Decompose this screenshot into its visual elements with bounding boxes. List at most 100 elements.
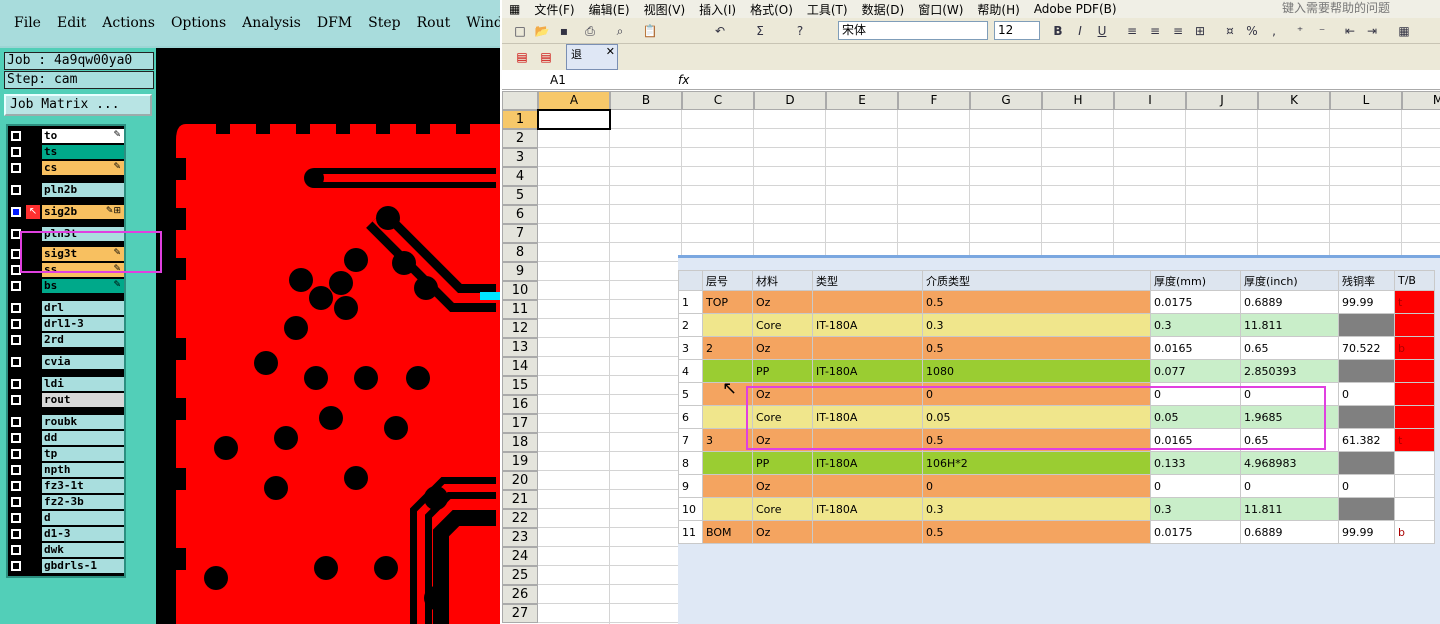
paste-icon[interactable]: 📋: [642, 23, 658, 39]
cell-tb[interactable]: [1394, 451, 1435, 475]
cell-type[interactable]: [812, 474, 923, 498]
cell-mm[interactable]: 0.0175: [1150, 290, 1241, 314]
cell-mat[interactable]: Oz: [752, 474, 813, 498]
cell-tb[interactable]: [1394, 474, 1435, 498]
cell-layer[interactable]: [702, 451, 753, 475]
cell-dielectric[interactable]: 0: [922, 474, 1151, 498]
column-header[interactable]: G: [970, 91, 1042, 110]
row-header[interactable]: 15: [502, 376, 538, 395]
table-header[interactable]: 介质类型: [922, 270, 1151, 291]
layer-row-drl[interactable]: drl: [8, 301, 124, 315]
cell-mat[interactable]: Oz: [752, 336, 813, 360]
layer-row-dwk[interactable]: dwk: [8, 543, 124, 557]
cell-mat[interactable]: Core: [752, 497, 813, 521]
row-header[interactable]: 26: [502, 585, 538, 604]
close-icon[interactable]: ✕: [606, 45, 615, 58]
excel-menu-item[interactable]: Adobe PDF(B): [1027, 2, 1124, 16]
layer-row-ldi[interactable]: ldi: [8, 377, 124, 391]
cell-type[interactable]: [812, 336, 923, 360]
layer-row-sig2b[interactable]: ↖ sig2b ✎⊞: [8, 205, 124, 219]
cam-menu-edit[interactable]: Edit: [49, 15, 94, 31]
row-header[interactable]: 6: [502, 205, 538, 224]
cell-type[interactable]: [812, 520, 923, 544]
borders-icon[interactable]: ▦: [1396, 23, 1412, 39]
layer-row-fz2-3b[interactable]: fz2-3b: [8, 495, 124, 509]
column-header[interactable]: E: [826, 91, 898, 110]
layer-checkbox[interactable]: [11, 497, 21, 507]
layer-checkbox[interactable]: [11, 147, 21, 157]
excel-menu-item[interactable]: 插入(I): [692, 1, 743, 18]
row-header[interactable]: 23: [502, 528, 538, 547]
cell-tb[interactable]: [1394, 359, 1435, 383]
row-header[interactable]: 24: [502, 547, 538, 566]
layer-row-gbdrls-1[interactable]: gbdrls-1: [8, 559, 124, 573]
row-header[interactable]: 27: [502, 604, 538, 623]
cell-mm[interactable]: 0.3: [1150, 313, 1241, 337]
layer-row-roubk[interactable]: roubk: [8, 415, 124, 429]
currency-icon[interactable]: ¤: [1222, 23, 1238, 39]
layer-row-pln2b[interactable]: pln2b: [8, 183, 124, 197]
layer-row-npth[interactable]: npth: [8, 463, 124, 477]
print-icon[interactable]: ⎙: [582, 23, 598, 39]
column-header[interactable]: F: [898, 91, 970, 110]
column-header[interactable]: L: [1330, 91, 1402, 110]
underline-icon[interactable]: U: [1094, 23, 1110, 39]
cam-menu-dfm[interactable]: DFM: [309, 15, 360, 31]
cell-cu[interactable]: [1338, 313, 1395, 337]
cam-menu-windows[interactable]: Windows: [458, 15, 500, 31]
cell-type[interactable]: IT-180A: [812, 359, 923, 383]
fx-icon[interactable]: fx: [678, 71, 689, 89]
cell-cu[interactable]: 0: [1338, 474, 1395, 498]
layer-checkbox[interactable]: [11, 131, 21, 141]
column-header[interactable]: D: [754, 91, 826, 110]
column-header[interactable]: B: [610, 91, 682, 110]
excel-menu-item[interactable]: 帮助(H): [970, 1, 1026, 18]
floating-toolbar[interactable]: 退 ✕: [566, 44, 618, 70]
layer-row-fz3-1t[interactable]: fz3-1t: [8, 479, 124, 493]
row-header[interactable]: 21: [502, 490, 538, 509]
cell-dielectric[interactable]: 1080: [922, 359, 1151, 383]
layer-row-tp[interactable]: tp: [8, 447, 124, 461]
layer-checkbox[interactable]: [11, 417, 21, 427]
row-header[interactable]: 2: [502, 129, 538, 148]
cell-type[interactable]: IT-180A: [812, 497, 923, 521]
row-header[interactable]: 20: [502, 471, 538, 490]
column-header[interactable]: I: [1114, 91, 1186, 110]
cell-inch[interactable]: 11.811: [1240, 313, 1339, 337]
layer-row-2rd[interactable]: 2rd: [8, 333, 124, 347]
open-folder-icon[interactable]: 📂: [534, 23, 550, 39]
percent-icon[interactable]: %: [1244, 23, 1260, 39]
excel-menu-item[interactable]: 数据(D): [855, 1, 912, 18]
active-cell-a1[interactable]: [537, 109, 611, 130]
row-header[interactable]: 22: [502, 509, 538, 528]
cell-dielectric[interactable]: 0.5: [922, 336, 1151, 360]
layer-checkbox[interactable]: [11, 303, 21, 313]
cell-layer[interactable]: BOM: [702, 520, 753, 544]
bold-icon[interactable]: B: [1050, 23, 1066, 39]
layer-checkbox[interactable]: [11, 513, 21, 523]
row-header[interactable]: 25: [502, 566, 538, 585]
row-header[interactable]: 10: [502, 281, 538, 300]
table-header[interactable]: T/B: [1394, 270, 1435, 291]
help-icon[interactable]: ?: [792, 23, 808, 39]
row-header[interactable]: 12: [502, 319, 538, 338]
excel-menu-item[interactable]: 格式(O): [743, 1, 800, 18]
cell-mat[interactable]: Oz: [752, 290, 813, 314]
save-icon[interactable]: ▪: [556, 23, 572, 39]
cam-menu-analysis[interactable]: Analysis: [234, 15, 309, 31]
cell-mat[interactable]: PP: [752, 451, 813, 475]
row-header[interactable]: 7: [502, 224, 538, 243]
cell-inch[interactable]: 2.850393: [1240, 359, 1339, 383]
cell-inch[interactable]: 4.968983: [1240, 451, 1339, 475]
outdent-icon[interactable]: ⇥: [1364, 23, 1380, 39]
row-header[interactable]: 14: [502, 357, 538, 376]
cell-tb[interactable]: b: [1394, 336, 1435, 360]
row-header[interactable]: 17: [502, 414, 538, 433]
layer-checkbox[interactable]: [11, 465, 21, 475]
cell-mm[interactable]: 0.133: [1150, 451, 1241, 475]
increase-decimal-icon[interactable]: ⁺: [1292, 23, 1308, 39]
cell-inch[interactable]: 0.6889: [1240, 520, 1339, 544]
layer-checkbox[interactable]: [11, 379, 21, 389]
layer-row-dd[interactable]: dd: [8, 431, 124, 445]
cell-inch[interactable]: 0: [1240, 474, 1339, 498]
